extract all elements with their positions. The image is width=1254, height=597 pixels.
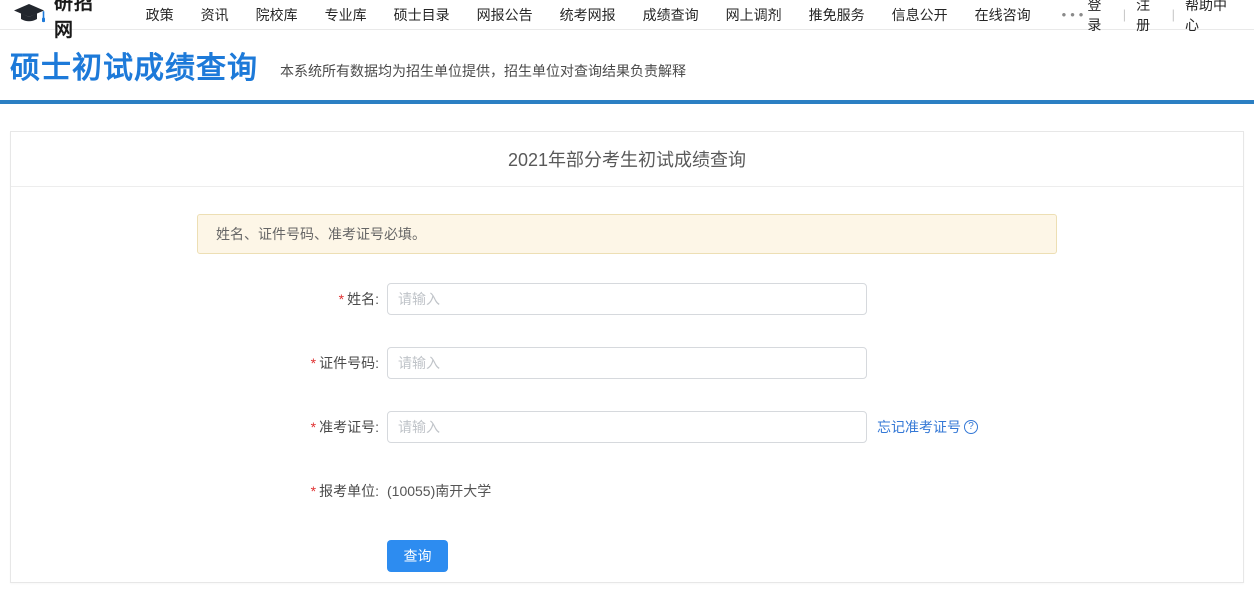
form-row-name: *姓名:	[197, 283, 1057, 315]
notice-text: 姓名、证件号码、准考证号必填。	[216, 224, 426, 244]
page-subtitle: 本系统所有数据均为招生单位提供，招生单位对查询结果负责解释	[280, 61, 686, 84]
nav-item-major-library[interactable]: 专业库	[325, 5, 367, 25]
id-number-input[interactable]	[387, 347, 867, 379]
admission-ticket-input[interactable]	[387, 411, 867, 443]
page-header: 硕士初试成绩查询 本系统所有数据均为招生单位提供，招生单位对查询结果负责解释	[0, 30, 1254, 100]
nav-item-score-inquiry[interactable]: 成绩查询	[643, 5, 699, 25]
label-text: 准考证号:	[319, 419, 379, 435]
forgot-ticket-link[interactable]: 忘记准考证号 ?	[877, 417, 978, 437]
blue-divider	[0, 100, 1254, 104]
target-institution-value: (10055)南开大学	[387, 481, 491, 501]
site-logo[interactable]: 研招网	[14, 0, 108, 42]
label-text: 姓名:	[347, 291, 379, 307]
required-marker: *	[339, 291, 344, 307]
form-row-id-number: *证件号码:	[197, 347, 1057, 379]
register-link[interactable]: 注册	[1136, 0, 1161, 35]
forgot-ticket-link-text: 忘记准考证号	[877, 417, 961, 437]
separator: |	[1172, 7, 1175, 22]
nav-item-exemption-service[interactable]: 推免服务	[809, 5, 865, 25]
id-number-label: *证件号码:	[197, 353, 379, 373]
nav-item-info-disclosure[interactable]: 信息公开	[892, 5, 948, 25]
required-marker: *	[311, 355, 316, 371]
more-menu-icon[interactable]: •••	[1058, 7, 1088, 22]
main-menu: 政策 资讯 院校库 专业库 硕士目录 网报公告 统考网报 成绩查询 网上调剂 推…	[146, 5, 1088, 25]
separator: |	[1123, 7, 1126, 22]
admission-ticket-label: *准考证号:	[197, 417, 379, 437]
score-inquiry-panel: 2021年部分考生初试成绩查询 姓名、证件号码、准考证号必填。 *姓名: *证件…	[10, 131, 1244, 583]
required-fields-notice: 姓名、证件号码、准考证号必填。	[197, 214, 1057, 254]
score-inquiry-form: *姓名: *证件号码: *准考证号: 忘记准考证号 ? *报考单位: (1005…	[197, 283, 1057, 572]
required-marker: *	[311, 483, 316, 499]
form-actions: 查询	[387, 539, 1057, 572]
logo-text: 研招网	[54, 0, 108, 42]
nav-item-report-notice[interactable]: 网报公告	[477, 5, 533, 25]
help-center-link[interactable]: 帮助中心	[1185, 0, 1236, 35]
nav-item-master-catalog[interactable]: 硕士目录	[394, 5, 450, 25]
top-nav: 研招网 政策 资讯 院校库 专业库 硕士目录 网报公告 统考网报 成绩查询 网上…	[0, 0, 1254, 30]
panel-header: 2021年部分考生初试成绩查询	[11, 132, 1243, 187]
login-link[interactable]: 登录	[1087, 0, 1112, 35]
name-input[interactable]	[387, 283, 867, 315]
page-title: 硕士初试成绩查询	[10, 54, 258, 84]
nav-item-online-consultation[interactable]: 在线咨询	[975, 5, 1031, 25]
panel-title: 2021年部分考生初试成绩查询	[508, 146, 746, 172]
label-text: 报考单位:	[319, 483, 379, 499]
nav-item-policy[interactable]: 政策	[146, 5, 174, 25]
nav-item-unified-exam-registration[interactable]: 统考网报	[560, 5, 616, 25]
required-marker: *	[311, 419, 316, 435]
label-text: 证件号码:	[319, 355, 379, 371]
panel-body: 姓名、证件号码、准考证号必填。 *姓名: *证件号码: *准考证号: 忘记准考证…	[197, 214, 1057, 572]
form-row-target-institution: *报考单位: (10055)南开大学	[197, 475, 1057, 507]
graduation-cap-icon	[14, 4, 48, 26]
help-icon: ?	[964, 420, 978, 434]
target-institution-label: *报考单位:	[197, 481, 379, 501]
nav-item-news[interactable]: 资讯	[201, 5, 229, 25]
name-label: *姓名:	[197, 289, 379, 309]
form-row-admission-ticket: *准考证号: 忘记准考证号 ?	[197, 411, 1057, 443]
nav-item-college-library[interactable]: 院校库	[256, 5, 298, 25]
nav-item-online-adjustment[interactable]: 网上调剂	[726, 5, 782, 25]
nav-right: 登录 | 注册 | 帮助中心	[1087, 0, 1236, 35]
query-button[interactable]: 查询	[387, 540, 448, 572]
